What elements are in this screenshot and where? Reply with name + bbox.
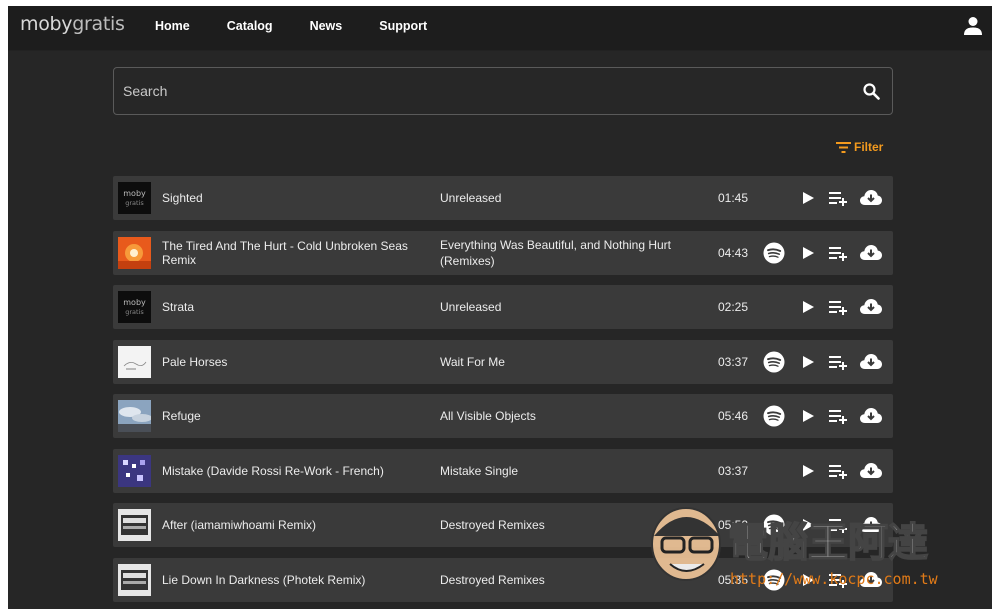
- add-to-queue-icon[interactable]: [829, 464, 848, 479]
- track-duration: 04:43: [718, 246, 749, 260]
- track-album[interactable]: All Visible Objects: [440, 394, 680, 438]
- top-navbar: mobygratis Home Catalog News Support: [8, 6, 992, 51]
- track-title[interactable]: Sighted: [162, 176, 432, 220]
- album-art-thumbnail: [118, 346, 151, 378]
- add-to-queue-icon[interactable]: [829, 300, 848, 315]
- track-album[interactable]: Unreleased: [440, 285, 680, 329]
- track-album[interactable]: Mistake Single: [440, 449, 680, 493]
- filter-icon: [836, 141, 851, 153]
- track-duration: 05:35: [718, 573, 749, 587]
- track-album[interactable]: Destroyed Remixes: [440, 503, 680, 547]
- search-input[interactable]: [114, 68, 844, 114]
- track-title[interactable]: After (iamamiwhoami Remix): [162, 503, 432, 547]
- download-icon[interactable]: [860, 407, 882, 424]
- track-title[interactable]: Lie Down In Darkness (Photek Remix): [162, 558, 432, 602]
- track-duration: 01:45: [718, 191, 749, 205]
- download-icon[interactable]: [860, 189, 882, 206]
- album-art-thumbnail: [118, 509, 151, 541]
- spotify-icon[interactable]: [763, 351, 785, 373]
- download-icon[interactable]: [860, 516, 882, 533]
- track-duration: 02:25: [718, 300, 749, 314]
- nav-support[interactable]: Support: [379, 19, 427, 33]
- track-row[interactable]: moby gratis Strata Unreleased 02:25: [113, 285, 893, 329]
- track-album[interactable]: Destroyed Remixes: [440, 558, 680, 602]
- download-icon[interactable]: [860, 244, 882, 261]
- art-label: moby: [123, 298, 146, 307]
- album-art-thumbnail: [118, 237, 151, 269]
- track-row[interactable]: After (iamamiwhoami Remix) Destroyed Remi…: [113, 503, 893, 547]
- add-to-queue-icon[interactable]: [829, 191, 848, 206]
- track-title[interactable]: Strata: [162, 285, 432, 329]
- album-art-thumbnail: [118, 400, 151, 432]
- play-icon[interactable]: [801, 573, 815, 587]
- play-icon[interactable]: [801, 518, 815, 532]
- track-row[interactable]: Refuge All Visible Objects 05:46: [113, 394, 893, 438]
- track-duration: 03:37: [718, 355, 749, 369]
- download-icon[interactable]: [860, 298, 882, 315]
- nav-home[interactable]: Home: [155, 19, 190, 33]
- site-logo[interactable]: mobygratis: [20, 13, 125, 35]
- spotify-icon[interactable]: [763, 242, 785, 264]
- track-duration: 05:46: [718, 409, 749, 423]
- track-row[interactable]: Mistake (Davide Rossi Re-Work - French) M…: [113, 449, 893, 493]
- download-icon[interactable]: [860, 571, 882, 588]
- play-icon[interactable]: [801, 464, 815, 478]
- spotify-icon[interactable]: [763, 405, 785, 427]
- album-art-thumbnail: [118, 564, 151, 596]
- track-row[interactable]: Lie Down In Darkness (Photek Remix) Destr…: [113, 558, 893, 602]
- track-row[interactable]: Pale Horses Wait For Me 03:37: [113, 340, 893, 384]
- track-title[interactable]: The Tired And The Hurt - Cold Unbroken S…: [162, 231, 432, 275]
- nav-news[interactable]: News: [310, 19, 343, 33]
- search-icon[interactable]: [863, 83, 880, 100]
- track-title[interactable]: Pale Horses: [162, 340, 432, 384]
- add-to-queue-icon[interactable]: [829, 246, 848, 261]
- play-icon[interactable]: [801, 246, 815, 260]
- album-art-thumbnail: [118, 455, 151, 487]
- download-icon[interactable]: [860, 353, 882, 370]
- art-label: moby: [123, 189, 146, 198]
- svg-text:gratis: gratis: [125, 308, 144, 316]
- track-album[interactable]: Everything Was Beautiful, and Nothing Hu…: [440, 231, 680, 275]
- track-row[interactable]: The Tired And The Hurt - Cold Unbroken S…: [113, 231, 893, 275]
- user-account-icon[interactable]: [964, 16, 982, 36]
- album-art-thumbnail: moby gratis: [118, 291, 151, 323]
- add-to-queue-icon[interactable]: [829, 518, 848, 533]
- play-icon[interactable]: [801, 191, 815, 205]
- main-nav: Home Catalog News Support: [155, 19, 464, 33]
- spotify-icon[interactable]: [763, 514, 785, 536]
- track-title[interactable]: Refuge: [162, 394, 432, 438]
- spotify-icon[interactable]: [763, 569, 785, 591]
- play-icon[interactable]: [801, 300, 815, 314]
- track-title[interactable]: Mistake (Davide Rossi Re-Work - French): [162, 449, 432, 493]
- album-art-thumbnail: moby gratis: [118, 182, 151, 214]
- svg-text:gratis: gratis: [125, 199, 144, 207]
- track-row[interactable]: moby gratis Sighted Unreleased 01:45: [113, 176, 893, 220]
- track-duration: 03:37: [718, 464, 749, 478]
- play-icon[interactable]: [801, 409, 815, 423]
- nav-catalog[interactable]: Catalog: [227, 19, 273, 33]
- play-icon[interactable]: [801, 355, 815, 369]
- add-to-queue-icon[interactable]: [829, 355, 848, 370]
- track-album[interactable]: Wait For Me: [440, 340, 680, 384]
- search-box: [113, 67, 893, 115]
- app-frame: mobygratis Home Catalog News Support Fil…: [8, 6, 992, 609]
- track-album[interactable]: Unreleased: [440, 176, 680, 220]
- add-to-queue-icon[interactable]: [829, 409, 848, 424]
- filter-label: Filter: [854, 140, 884, 154]
- add-to-queue-icon[interactable]: [829, 573, 848, 588]
- download-icon[interactable]: [860, 462, 882, 479]
- filter-button[interactable]: Filter: [836, 140, 883, 154]
- track-duration: 05:52: [718, 518, 749, 532]
